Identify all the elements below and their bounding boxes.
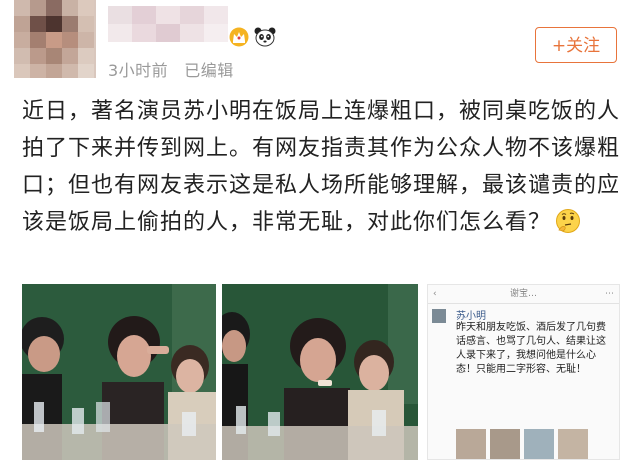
edited-label: 已编辑	[184, 61, 234, 80]
chat-topbar: ‹ 谢宝… ⋯	[428, 285, 619, 304]
username-blurred[interactable]	[108, 6, 228, 42]
chat-screenshot[interactable]: ‹ 谢宝… ⋯ 苏小明 昨天和朋友吃饭、酒后发了几句费话感言、也骂了几句人、结果…	[427, 284, 620, 460]
photo-dinner-2[interactable]	[222, 284, 418, 460]
post-meta: 3小时前 已编辑	[108, 57, 250, 81]
chat-message-text: 昨天和朋友吃饭、酒后发了几句费话感言、也骂了几句人、结果让这人录下来了，我想问他…	[456, 322, 606, 375]
post-time: 3小时前	[108, 61, 169, 80]
chat-avatar	[432, 309, 446, 323]
back-arrow-icon: ‹	[433, 289, 437, 299]
photo-dinner-1[interactable]	[22, 284, 216, 460]
post-text: 近日，著名演员苏小明在饭局上连爆粗口，被同桌吃饭的人拍了下来并传到网上。有网友指…	[22, 99, 621, 235]
more-icon: ⋯	[605, 289, 614, 299]
crown-badge-icon	[229, 27, 249, 47]
chat-topbar-title: 谢宝…	[509, 289, 537, 299]
panda-badge-icon	[254, 27, 276, 47]
avatar[interactable]	[14, 0, 96, 78]
post-body: 近日，著名演员苏小明在饭局上连爆粗口，被同桌吃饭的人拍了下来并传到网上。有网友指…	[22, 93, 632, 241]
photo-dinner-2-image	[222, 284, 418, 460]
photo-dinner-1-image	[22, 284, 216, 460]
chat-thumbnails	[456, 429, 596, 459]
follow-button[interactable]: +关注	[535, 27, 617, 63]
chat-author-name: 苏小明	[456, 311, 486, 322]
thinking-face-icon	[556, 209, 581, 233]
